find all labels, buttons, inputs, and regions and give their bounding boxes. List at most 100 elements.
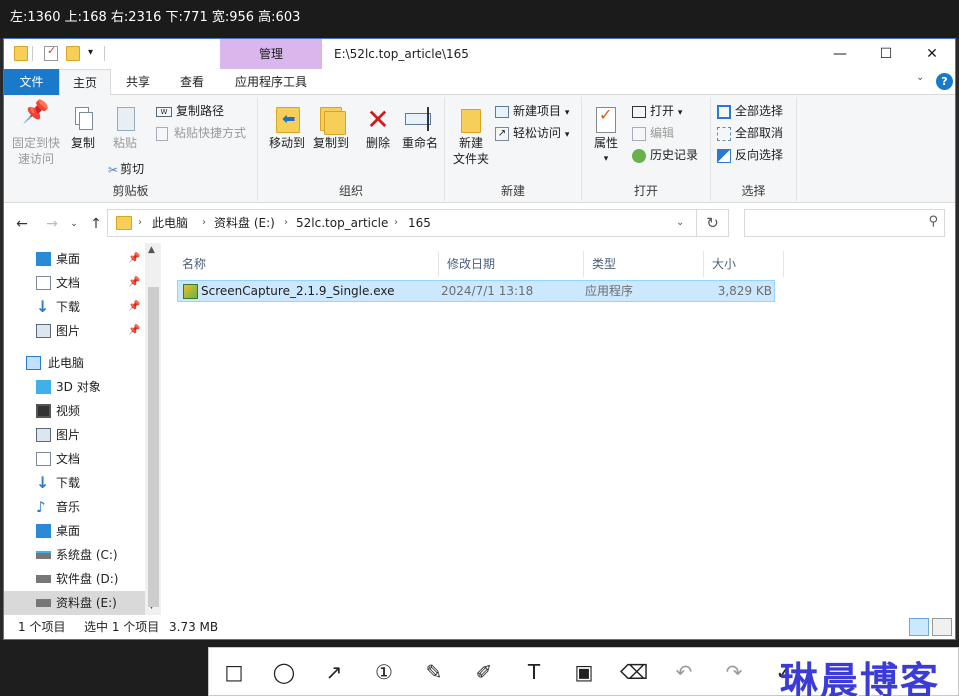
group-new: 新建 文件夹 新建项目 ▾ ↗ 轻松访问 ▾ 新建	[445, 97, 582, 201]
sidebar-item-videos[interactable]: 视频	[4, 399, 144, 423]
column-header-type[interactable]: 类型	[584, 251, 704, 277]
sidebar-item-3d-objects[interactable]: 3D 对象	[4, 375, 144, 399]
easy-access-button[interactable]: ↗ 轻松访问 ▾	[495, 123, 569, 143]
recent-locations-chevron-icon[interactable]: ⌄	[64, 214, 84, 234]
breadcrumb-item[interactable]: 52lc.top_article	[296, 210, 388, 236]
sidebar-item-desktop[interactable]: 桌面	[4, 519, 144, 543]
select-all-button[interactable]: 全部选择	[717, 101, 783, 121]
minimize-button[interactable]: —	[817, 39, 863, 69]
properties-button[interactable]: ✓ 属性 ▾	[588, 105, 624, 167]
pencil-tool-icon[interactable]: ✎	[419, 658, 449, 686]
scroll-up-icon[interactable]: ▲	[148, 245, 155, 255]
properties-check-icon[interactable]: ✓	[44, 44, 58, 61]
tab-app-tools[interactable]: 应用程序工具	[220, 69, 322, 95]
address-bar[interactable]: › 此电脑 › 资料盘 (E:) › 52lc.top_article › 16…	[107, 209, 697, 237]
file-row[interactable]: ScreenCapture_2.1.9_Single.exe 2024/7/1 …	[177, 280, 775, 302]
scrollbar-thumb[interactable]	[148, 287, 159, 607]
maximize-button[interactable]: ☐	[863, 39, 909, 69]
tab-home[interactable]: 主页	[59, 69, 111, 96]
file-type: 应用程序	[585, 284, 634, 298]
up-arrow-icon[interactable]: ↑	[86, 214, 106, 234]
delete-button[interactable]: ✕ 删除	[358, 105, 398, 151]
select-none-button[interactable]: 全部取消	[717, 123, 783, 143]
highlighter-tool-icon[interactable]: ✐	[469, 658, 499, 686]
cut-label: 剪切	[120, 162, 145, 176]
sidebar-item-documents[interactable]: 文档 📌	[4, 271, 144, 295]
details-view-icon[interactable]	[909, 618, 929, 636]
refresh-icon[interactable]: ↻	[697, 209, 729, 237]
invert-selection-button[interactable]: 反向选择	[717, 145, 783, 165]
sidebar-item-drive-c[interactable]: 系统盘 (C:)	[4, 543, 144, 567]
close-button[interactable]: ✕	[909, 39, 955, 69]
copy-button[interactable]: 复制	[64, 105, 102, 151]
forward-arrow-icon[interactable]: →	[42, 214, 62, 234]
sidebar-item-label: 下载	[56, 300, 81, 314]
new-folder-button[interactable]: 新建 文件夹	[451, 105, 491, 167]
new-folder-icon[interactable]	[66, 46, 80, 61]
expand-ribbon-icon[interactable]: ⌄	[916, 72, 924, 83]
drive-icon	[36, 551, 51, 559]
status-bar: 1 个项目 选中 1 个项目 3.73 MB	[4, 615, 955, 639]
tab-file[interactable]: 文件	[4, 69, 59, 95]
open-button[interactable]: 打开 ▾	[632, 101, 682, 121]
rename-icon	[405, 105, 435, 135]
group-open: ✓ 属性 ▾ 打开 ▾ 编辑 历史记录 打开	[582, 97, 711, 201]
column-header-modified[interactable]: 修改日期	[439, 251, 584, 277]
move-to-button[interactable]: ⬅ 移动到	[264, 105, 310, 151]
easy-access-icon: ↗	[495, 126, 509, 141]
edit-button[interactable]: 编辑	[632, 123, 674, 143]
address-dropdown-icon[interactable]: ⌄	[676, 210, 684, 236]
eraser-tool-icon[interactable]: ⌫	[619, 658, 649, 686]
pin-quick-access-button[interactable]: 📌 固定到快 速访问	[8, 102, 64, 167]
dropdown-caret-icon: ▾	[564, 108, 570, 118]
customize-quick-access-icon[interactable]: ▾	[88, 47, 93, 58]
sidebar-item-label: 音乐	[56, 500, 81, 514]
sidebar-item-drive-d[interactable]: 软件盘 (D:)	[4, 567, 144, 591]
copy-to-icon	[318, 105, 346, 135]
sidebar-item-this-pc[interactable]: 此电脑	[4, 351, 144, 375]
sidebar-item-drive-e[interactable]: 资料盘 (E:)	[4, 591, 145, 615]
sidebar-item-pictures[interactable]: 图片	[4, 423, 144, 447]
copy-path-button[interactable]: W 复制路径	[156, 101, 224, 121]
back-arrow-icon[interactable]: ←	[12, 214, 32, 234]
sidebar-item-downloads[interactable]: ↓ 下载 📌	[4, 295, 144, 319]
copy-to-button[interactable]: 复制到	[308, 105, 354, 151]
large-icons-view-icon[interactable]	[932, 618, 952, 636]
rename-button[interactable]: 重命名	[398, 105, 442, 151]
mosaic-tool-icon[interactable]: ▣	[569, 658, 599, 686]
sidebar-item-desktop[interactable]: 桌面 📌	[4, 247, 144, 271]
capture-info-text: 左:1360 上:168 右:2316 下:771 宽:956 高:603	[10, 10, 301, 25]
number-marker-tool-icon[interactable]: ①	[369, 658, 399, 686]
context-tab-manage[interactable]: 管理	[220, 39, 322, 69]
breadcrumb-item[interactable]: 165	[408, 210, 431, 236]
column-header-name[interactable]: 名称	[174, 251, 439, 277]
drive-icon	[36, 599, 51, 607]
undo-icon[interactable]: ↶	[669, 658, 699, 686]
redo-icon[interactable]: ↷	[719, 658, 749, 686]
search-input[interactable]: ⚲	[744, 209, 945, 237]
rectangle-tool-icon[interactable]: □	[219, 658, 249, 686]
paste-shortcut-button[interactable]: 粘贴快捷方式	[156, 123, 246, 143]
text-tool-icon[interactable]: T	[519, 658, 549, 686]
sidebar-item-pictures[interactable]: 图片 📌	[4, 319, 144, 343]
tab-share[interactable]: 共享	[114, 69, 162, 95]
sidebar-item-documents[interactable]: 文档	[4, 447, 144, 471]
help-icon[interactable]: ?	[936, 73, 953, 90]
arrow-tool-icon[interactable]: ↗	[319, 658, 349, 686]
scissors-icon: ✂	[108, 162, 119, 177]
paste-shortcut-icon	[156, 126, 168, 141]
cut-button[interactable]: ✂ 剪切	[108, 159, 144, 179]
breadcrumb-item[interactable]: 资料盘 (E:)	[214, 210, 275, 236]
column-header-size[interactable]: 大小	[704, 251, 784, 277]
selection-size: 3.73 MB	[169, 620, 219, 634]
open-icon	[632, 105, 646, 118]
ellipse-tool-icon[interactable]: ◯	[269, 658, 299, 686]
sidebar-item-downloads[interactable]: ↓ 下载	[4, 471, 144, 495]
history-button[interactable]: 历史记录	[632, 145, 698, 165]
tab-view[interactable]: 查看	[166, 69, 218, 95]
new-item-button[interactable]: 新建项目 ▾	[495, 101, 569, 121]
sidebar-item-music[interactable]: ♪ 音乐	[4, 495, 144, 519]
selection-count: 选中 1 个项目	[84, 620, 160, 634]
breadcrumb-item[interactable]: 此电脑	[152, 210, 188, 236]
paste-button[interactable]: 粘贴	[106, 105, 144, 151]
